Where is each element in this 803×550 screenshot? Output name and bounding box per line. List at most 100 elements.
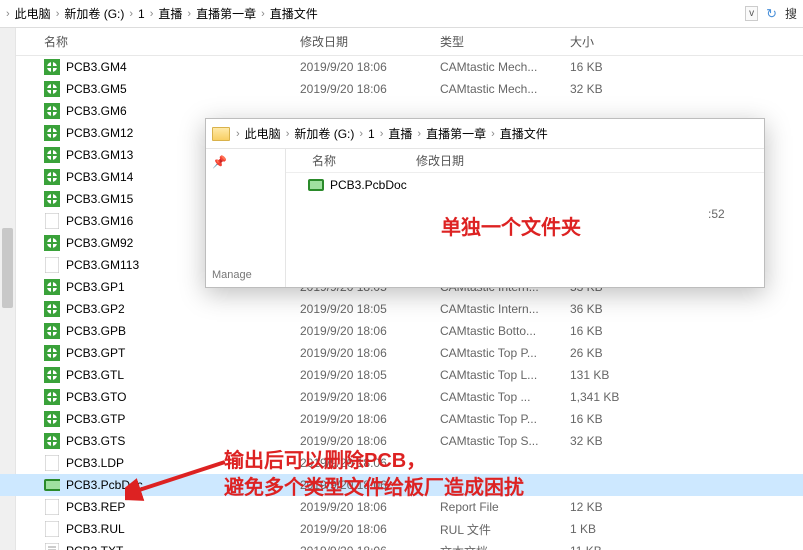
file-date: 2019/9/20 18:06 <box>300 522 440 536</box>
chevron-right-icon: › <box>4 8 12 20</box>
file-name: PCB3.RUL <box>66 522 300 536</box>
chevron-right-icon: › <box>54 8 62 20</box>
file-date: 2019/9/20 18:06 <box>300 412 440 426</box>
popup-col-date[interactable]: 修改日期 <box>416 152 546 169</box>
file-name: PCB3.GM6 <box>66 104 300 118</box>
column-type-header[interactable]: 类型 <box>440 33 570 50</box>
file-name: PCB3.GTS <box>66 434 300 448</box>
breadcrumb-item[interactable]: 直播 <box>385 125 415 142</box>
file-date: 2019/9/20 18:05 <box>300 302 440 316</box>
file-row[interactable]: PCB3.GM52019/9/20 18:06CAMtastic Mech...… <box>0 78 803 100</box>
file-date: 2019/9/20 18:06 <box>300 324 440 338</box>
chevron-right-icon: › <box>357 128 365 140</box>
file-row[interactable]: PCB3.RUL2019/9/20 18:06RUL 文件1 KB <box>0 518 803 540</box>
file-icon <box>44 103 60 119</box>
file-row[interactable]: PCB3.GPT2019/9/20 18:06CAMtastic Top P..… <box>0 342 803 364</box>
file-row[interactable]: PCB3.GTL2019/9/20 18:05CAMtastic Top L..… <box>0 364 803 386</box>
annotation-popup: 单独一个文件夹 <box>441 211 581 240</box>
file-icon <box>44 389 60 405</box>
file-date: 2019/9/20 18:06 <box>300 434 440 448</box>
history-dropdown-icon[interactable]: v <box>745 6 758 21</box>
chevron-right-icon: › <box>234 128 242 140</box>
folder-icon <box>212 127 230 141</box>
file-size: 16 KB <box>570 412 660 426</box>
file-type: CAMtastic Botto... <box>440 324 570 338</box>
file-size: 11 KB <box>570 544 660 550</box>
popup-file-date-partial: :52 <box>708 207 725 221</box>
file-type: CAMtastic Top P... <box>440 412 570 426</box>
file-type: CAMtastic Intern... <box>440 302 570 316</box>
breadcrumb-item[interactable]: 1 <box>365 127 378 141</box>
file-type: RUL 文件 <box>440 521 570 538</box>
breadcrumb-item[interactable]: 直播 <box>155 5 185 22</box>
file-date: 2019/9/20 18:06 <box>300 390 440 404</box>
file-size: 32 KB <box>570 82 660 96</box>
breadcrumb-item[interactable]: 直播文件 <box>497 125 551 142</box>
column-headers: 名称 修改日期 类型 大小 <box>0 28 803 56</box>
breadcrumb-item[interactable]: 此电脑 <box>12 5 54 22</box>
file-type: CAMtastic Mech... <box>440 60 570 74</box>
file-size: 131 KB <box>570 368 660 382</box>
chevron-right-icon: › <box>415 128 423 140</box>
popup-window: › 此电脑 › 新加卷 (G:) › 1 › 直播 › 直播第一章 › 直播文件… <box>205 118 765 288</box>
file-row[interactable]: PCB3.GP22019/9/20 18:05CAMtastic Intern.… <box>0 298 803 320</box>
file-row[interactable]: PCB3.GPB2019/9/20 18:06CAMtastic Botto..… <box>0 320 803 342</box>
chevron-right-icon: › <box>284 128 292 140</box>
file-icon <box>44 59 60 75</box>
file-type: Report File <box>440 500 570 514</box>
file-icon <box>44 169 60 185</box>
popup-nav-pane: 📌 Manage <box>206 149 286 287</box>
search-label: 搜 <box>785 5 797 22</box>
breadcrumb-item[interactable]: 此电脑 <box>242 125 284 142</box>
breadcrumb-item[interactable]: 新加卷 (G:) <box>291 125 357 142</box>
file-icon <box>44 323 60 339</box>
file-size: 16 KB <box>570 324 660 338</box>
breadcrumb-item[interactable]: 直播文件 <box>267 5 321 22</box>
column-size-header[interactable]: 大小 <box>570 33 660 50</box>
popup-col-name[interactable]: 名称 <box>286 152 416 169</box>
file-icon <box>44 367 60 383</box>
file-name: PCB3.GTP <box>66 412 300 426</box>
file-icon <box>44 235 60 251</box>
file-name: PCB3.GPT <box>66 346 300 360</box>
file-icon <box>44 499 60 515</box>
file-name: PCB3.REP <box>66 500 300 514</box>
file-date: 2019/9/20 18:06 <box>300 60 440 74</box>
file-icon <box>44 521 60 537</box>
file-icon <box>44 543 60 550</box>
file-size: 1,341 KB <box>570 390 660 404</box>
annotation-line2: 避免多个类型文件给板厂造成困扰 <box>224 475 524 502</box>
file-name: PCB3.GPB <box>66 324 300 338</box>
file-icon <box>44 213 60 229</box>
column-date-header[interactable]: 修改日期 <box>300 33 440 50</box>
file-size: 26 KB <box>570 346 660 360</box>
breadcrumb-item[interactable]: 新加卷 (G:) <box>61 5 127 22</box>
pin-icon[interactable]: 📌 <box>212 155 227 169</box>
manage-label: Manage <box>212 269 252 281</box>
file-icon <box>44 301 60 317</box>
popup-file-name: PCB3.PcbDoc <box>330 178 407 192</box>
file-type: CAMtastic Mech... <box>440 82 570 96</box>
file-name: PCB3.GTL <box>66 368 300 382</box>
annotation-line1: 输出后可以删除PCB， <box>224 448 524 475</box>
refresh-icon[interactable]: ↻ <box>766 6 777 22</box>
breadcrumb-item[interactable]: 1 <box>135 7 148 21</box>
popup-file-row[interactable]: PCB3.PcbDoc <box>286 173 764 197</box>
chevron-right-icon: › <box>378 128 386 140</box>
column-name-header[interactable]: 名称 <box>0 33 300 50</box>
popup-address-bar: › 此电脑 › 新加卷 (G:) › 1 › 直播 › 直播第一章 › 直播文件 <box>206 119 764 149</box>
file-row[interactable]: PCB3.TXT2019/9/20 18:06文本文档11 KB <box>0 540 803 550</box>
breadcrumb-item[interactable]: 直播第一章 <box>193 5 259 22</box>
pcb-file-icon <box>308 177 324 193</box>
file-type: 文本文档 <box>440 543 570 550</box>
file-row[interactable]: PCB3.GM42019/9/20 18:06CAMtastic Mech...… <box>0 56 803 78</box>
file-size: 16 KB <box>570 60 660 74</box>
file-icon <box>44 455 60 471</box>
breadcrumb-item[interactable]: 直播第一章 <box>423 125 489 142</box>
file-row[interactable]: PCB3.GTO2019/9/20 18:06CAMtastic Top ...… <box>0 386 803 408</box>
chevron-right-icon: › <box>148 8 156 20</box>
address-bar: › 此电脑 › 新加卷 (G:) › 1 › 直播 › 直播第一章 › 直播文件… <box>0 0 803 28</box>
file-name: PCB3.TXT <box>66 544 300 550</box>
file-name: PCB3.GM5 <box>66 82 300 96</box>
file-row[interactable]: PCB3.GTP2019/9/20 18:06CAMtastic Top P..… <box>0 408 803 430</box>
